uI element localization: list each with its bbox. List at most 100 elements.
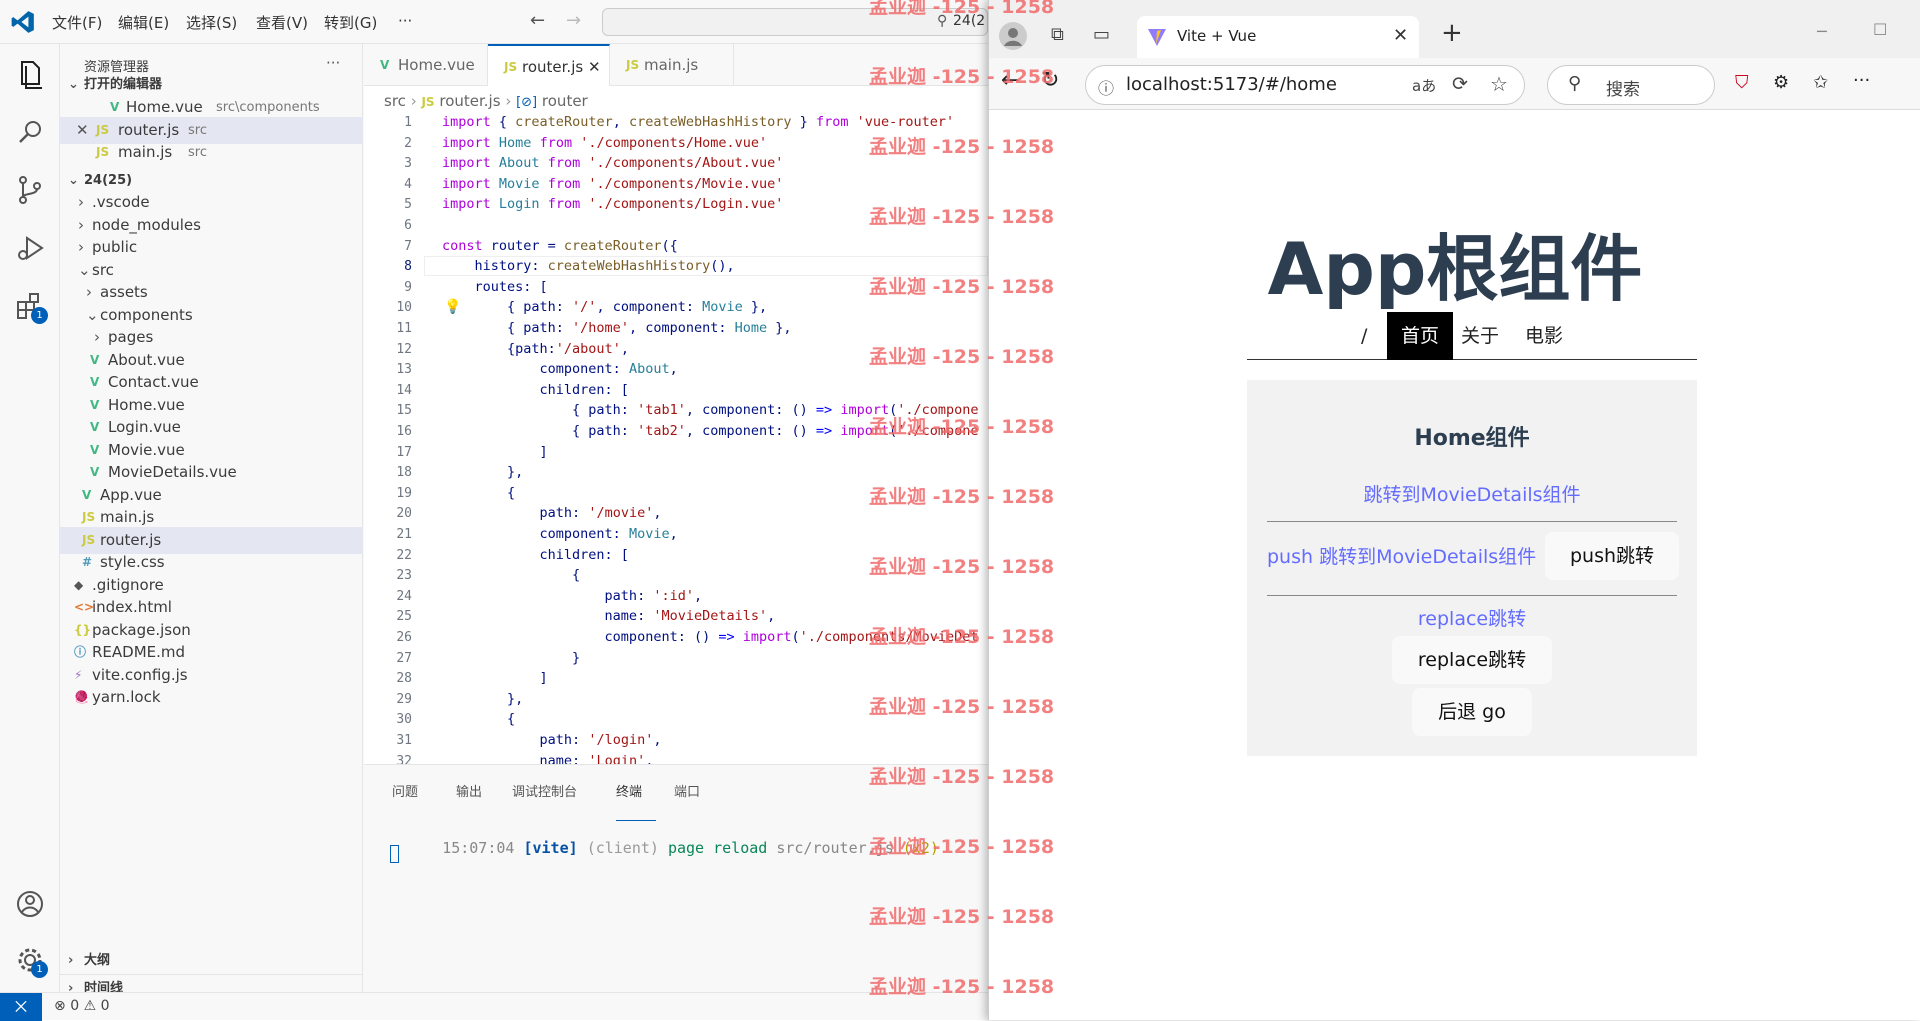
workspaces-icon[interactable]: ⧉	[1051, 24, 1064, 45]
problems-status[interactable]: ⊗ 0 ⚠ 0	[54, 998, 110, 1014]
code-line: import About from './components/About.vu…	[442, 155, 784, 172]
file-name: yarn.lock	[92, 688, 161, 706]
new-tab-icon[interactable]: +	[1441, 18, 1463, 48]
code-line: children: [	[442, 546, 629, 563]
panel-tab[interactable]: 问题	[392, 781, 418, 800]
read-aloud-icon[interactable]: aあ	[1412, 75, 1436, 96]
panel-tab[interactable]: 输出	[456, 781, 482, 800]
nav-link-1[interactable]: 首页	[1387, 312, 1454, 360]
line-number: 24	[396, 588, 412, 604]
back-go-button[interactable]: 后退 go	[1412, 688, 1532, 736]
menu-item[interactable]: 查看(V)	[256, 12, 308, 33]
run-debug-icon[interactable]	[10, 228, 50, 268]
extensions-puzzle-icon[interactable]: ⚙	[1773, 72, 1789, 93]
terminal-output[interactable]: 15:07:04 [vite] (client) page reload src…	[388, 821, 939, 875]
breadcrumb-symbol[interactable]: router	[542, 92, 588, 110]
lightbulb-icon[interactable]: 💡	[444, 299, 461, 315]
editor-tab-js[interactable]: JS main.js	[610, 44, 734, 86]
yarn-file-icon: 🧶	[74, 690, 89, 704]
watermark-text: 孟业迦 -125 - 1258	[869, 836, 1055, 858]
editor-tab-vue[interactable]: V Home.vue	[364, 44, 488, 86]
line-number: 23	[396, 568, 412, 584]
movie-details-link[interactable]: 跳转到MovieDetails组件	[1247, 480, 1697, 507]
code-line: import Login from './components/Login.vu…	[442, 196, 784, 213]
minimize-icon[interactable]: ─	[1817, 22, 1827, 41]
remote-icon[interactable]: ⨉	[0, 993, 42, 1021]
extensions-icon[interactable]: 1	[10, 286, 50, 326]
translate-icon[interactable]: ⟳	[1452, 73, 1468, 95]
source-control-icon[interactable]	[10, 170, 50, 210]
breadcrumb-file[interactable]: router.js	[439, 92, 500, 110]
favorites-icon[interactable]: ✩	[1813, 72, 1828, 93]
menu-item[interactable]: ···	[398, 12, 412, 30]
outline-section[interactable]: › 大纲	[60, 947, 363, 974]
vite-logo-icon	[1147, 27, 1167, 47]
profile-avatar[interactable]	[999, 22, 1027, 50]
more-actions-icon[interactable]: ···	[326, 54, 340, 72]
edge-search-box[interactable]: ⚲ 搜索	[1547, 65, 1715, 105]
breadcrumb: src › JS router.js › [⊘] router	[384, 92, 588, 110]
code-line: }	[442, 649, 581, 666]
explorer-icon[interactable]	[10, 54, 50, 94]
nav-link-2[interactable]: 关于	[1447, 312, 1513, 360]
line-number: 14	[396, 382, 412, 398]
settings-gear-icon[interactable]: 1	[10, 940, 50, 980]
settings-more-icon[interactable]: ···	[1853, 70, 1870, 91]
push-link[interactable]: push 跳转到MovieDetails组件	[1267, 542, 1536, 569]
panel-tab[interactable]: 终端	[616, 781, 656, 821]
menu-item[interactable]: 编辑(E)	[118, 12, 169, 33]
open-editor-item[interactable]: JS main.js src	[60, 139, 363, 166]
line-number: 18	[396, 465, 412, 481]
panel-tab[interactable]: 端口	[674, 781, 700, 800]
code-line: { path: '/home', component: Home },	[442, 320, 792, 336]
watermark-text: 孟业迦 -125 - 1258	[869, 416, 1055, 438]
watermark-text: 孟业迦 -125 - 1258	[869, 696, 1055, 718]
extensions-badge: 1	[31, 307, 48, 324]
search-icon[interactable]	[10, 112, 50, 152]
nav-link-3[interactable]: 电影	[1511, 312, 1577, 360]
menu-item[interactable]: 文件(F)	[52, 12, 102, 33]
nav-link-0[interactable]: /	[1347, 312, 1381, 360]
close-tab-icon[interactable]: ✕	[1393, 25, 1408, 46]
menu-item[interactable]: 转到(G)	[324, 12, 377, 33]
code-line: component: Movie,	[442, 526, 678, 542]
menu-item[interactable]: 选择(S)	[186, 12, 237, 33]
account-icon[interactable]	[10, 884, 50, 924]
search-placeholder: 搜索	[1606, 80, 1640, 100]
info-icon[interactable]: ⓘ	[1098, 75, 1114, 99]
tree-item[interactable]: 🧶 yarn.lock	[60, 684, 363, 711]
line-number: 28	[396, 671, 412, 687]
replace-link[interactable]: replace跳转	[1247, 604, 1697, 631]
favorite-star-icon[interactable]: ☆	[1490, 72, 1508, 96]
line-number: 31	[396, 733, 412, 748]
editor-tab-js[interactable]: JS router.js ✕	[488, 44, 610, 86]
url-text: localhost:5173/#/home	[1126, 74, 1337, 95]
code-line: {path:'/about',	[442, 340, 629, 357]
push-button[interactable]: push跳转	[1545, 532, 1679, 580]
address-bar[interactable]: ⓘ localhost:5173/#/home aあ ⟳ ☆	[1085, 65, 1525, 105]
code-line: import { createRouter, createWebHashHist…	[442, 114, 955, 130]
app-nav: / 首页 关于 电影	[1247, 312, 1697, 360]
line-number: 5	[404, 197, 412, 213]
code-line: component: About,	[442, 361, 678, 378]
code-line: import Movie from './components/Movie.vu…	[442, 175, 784, 192]
js-file-icon: JS	[421, 95, 435, 109]
watermark-text: 孟业迦 -125 - 1258	[869, 206, 1055, 228]
line-number: 3	[404, 156, 412, 172]
breadcrumb-src[interactable]: src	[384, 92, 406, 110]
close-tab-icon[interactable]: ✕	[588, 46, 601, 88]
collections-icon[interactable]: ⛉	[1735, 72, 1749, 93]
forward-arrow-icon[interactable]: →	[566, 10, 581, 31]
maximize-icon[interactable]: ☐	[1873, 20, 1887, 39]
code-line: children: [	[442, 381, 629, 398]
edge-tab-active[interactable]: Vite + Vue ✕	[1137, 16, 1419, 58]
watermark-text: 孟业迦 -125 - 1258	[869, 66, 1055, 88]
watermark-text: 孟业迦 -125 - 1258	[869, 906, 1055, 928]
replace-button[interactable]: replace跳转	[1392, 636, 1552, 684]
code-line: ]	[442, 670, 548, 687]
line-number: 4	[404, 176, 412, 192]
panel-tab[interactable]: 调试控制台	[512, 781, 577, 800]
back-arrow-icon[interactable]: ←	[530, 10, 545, 31]
home-component: Home组件 跳转到MovieDetails组件 push 跳转到MovieDe…	[1247, 380, 1697, 756]
tab-actions-icon[interactable]: ▭	[1093, 24, 1110, 45]
